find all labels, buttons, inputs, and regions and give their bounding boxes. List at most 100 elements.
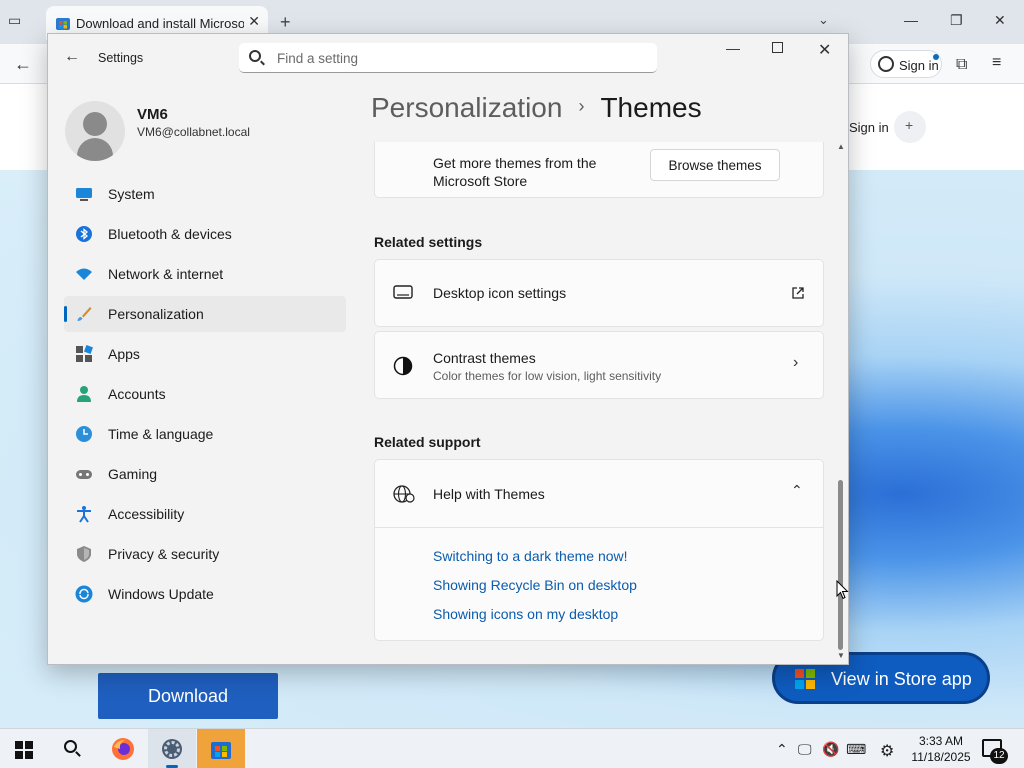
sidebar-item-label: Apps	[108, 346, 140, 362]
wifi-icon	[76, 268, 92, 280]
gamepad-icon	[76, 470, 92, 479]
firefox-icon	[112, 738, 134, 760]
scroll-down-icon[interactable]: ▼	[837, 651, 845, 660]
contrast-themes-title: Contrast themes	[433, 350, 536, 366]
sidebar-item-label: Bluetooth & devices	[108, 226, 232, 242]
volume-muted-icon[interactable]: 🔇	[822, 741, 839, 758]
tab-close-icon[interactable]: ✕	[248, 13, 260, 30]
sidebar-item-label: Windows Update	[108, 586, 214, 602]
sidebar-item-network[interactable]: Network & internet	[64, 256, 346, 292]
desktop-icon-settings-label: Desktop icon settings	[433, 285, 567, 301]
apps-icon	[76, 345, 93, 362]
store-icon	[211, 742, 231, 759]
profile-icon	[878, 56, 894, 72]
tab-title: Download and install Microsoft	[76, 16, 244, 31]
chevron-down-icon[interactable]: ⌄	[818, 12, 829, 28]
clock-date: 11/18/2025	[911, 750, 971, 764]
breadcrumb: Personalization › Themes	[371, 92, 702, 124]
related-support-heading: Related support	[374, 434, 481, 450]
profile-name: VM6	[137, 106, 168, 123]
globe-clock-icon	[76, 426, 92, 442]
sidebar-item-accounts[interactable]: Accounts	[64, 376, 346, 412]
app-title: Settings	[98, 51, 144, 65]
sidebar-item-accessibility[interactable]: Accessibility	[64, 496, 346, 532]
sidebar-item-label: Privacy & security	[108, 546, 220, 562]
taskbar-settings[interactable]	[148, 729, 196, 768]
avatar-body	[77, 138, 113, 161]
sidebar-item-label: System	[108, 186, 155, 202]
sidebar-item-personalization[interactable]: Personalization	[64, 296, 346, 332]
help-with-themes-header[interactable]: Help with Themes ⌃	[375, 460, 823, 528]
store-themes-text: Get more themes from the Microsoft Store	[433, 155, 597, 189]
page-signin-link[interactable]: Sign in	[849, 120, 889, 135]
browser-signin-button[interactable]: Sign in	[870, 50, 942, 78]
help-link[interactable]: Switching to a dark theme now!	[433, 548, 628, 564]
maximize-icon[interactable]	[772, 42, 783, 53]
download-button[interactable]: Download	[98, 673, 278, 719]
keyboard-icon[interactable]: ⌨	[846, 741, 866, 758]
add-person-icon[interactable]	[894, 111, 926, 143]
themes-content: Get more themes from the Microsoft Store…	[374, 142, 824, 662]
taskbar-firefox[interactable]	[99, 729, 147, 768]
sidebar-item-privacy[interactable]: Privacy & security	[64, 536, 346, 572]
help-with-themes-title: Help with Themes	[433, 486, 545, 502]
settings-window: ← Settings — ✕ VM6 VM6@collabnet.local S…	[47, 33, 849, 665]
sidebar-item-system[interactable]: System	[64, 176, 346, 212]
menu-icon[interactable]: ≡	[992, 54, 1001, 72]
network-icon[interactable]: 🖵	[798, 741, 812, 758]
back-arrow-icon[interactable]: ←	[64, 48, 80, 66]
breadcrumb-parent[interactable]: Personalization	[371, 92, 562, 123]
maximize-icon[interactable]: ❐	[950, 12, 963, 29]
search-icon	[249, 50, 261, 62]
store-favicon-icon	[56, 18, 70, 30]
help-link[interactable]: Showing Recycle Bin on desktop	[433, 577, 637, 593]
browse-themes-button[interactable]: Browse themes	[650, 149, 780, 181]
extensions-icon[interactable]: ⧉	[956, 56, 967, 74]
globe-help-icon	[393, 485, 415, 503]
sidebar-item-gaming[interactable]: Gaming	[64, 456, 346, 492]
gear-icon[interactable]: ⚙	[880, 741, 894, 761]
gear-icon	[162, 739, 182, 759]
minimize-icon[interactable]: —	[726, 40, 740, 56]
brush-icon	[77, 307, 92, 321]
minimize-icon[interactable]: —	[904, 12, 918, 28]
sidebar-item-label: Accessibility	[108, 506, 185, 522]
search-icon	[64, 740, 77, 753]
taskbar-search-button[interactable]	[48, 729, 96, 768]
new-tab-icon[interactable]: +	[280, 12, 291, 33]
contrast-themes-card[interactable]: Contrast themes Color themes for low vis…	[374, 331, 824, 399]
taskbar-store[interactable]	[197, 729, 245, 768]
monitor-icon	[76, 188, 92, 201]
chevron-up-icon: ⌃	[791, 482, 803, 498]
store-button-label: View in Store app	[831, 669, 972, 689]
profile-email: VM6@collabnet.local	[137, 125, 250, 139]
scroll-up-icon[interactable]: ▲	[837, 142, 845, 151]
search-input[interactable]	[277, 49, 637, 67]
breadcrumb-separator: ›	[578, 96, 585, 116]
accessibility-icon	[77, 506, 91, 523]
taskbar-clock[interactable]: 3:33 AM 11/18/2025	[905, 733, 977, 765]
back-arrow-icon[interactable]: ←	[14, 54, 32, 75]
help-link[interactable]: Showing icons on my desktop	[433, 606, 618, 622]
start-button[interactable]	[0, 729, 48, 768]
tab-actions-icon[interactable]: ▭	[8, 12, 30, 32]
close-icon[interactable]: ✕	[994, 12, 1006, 29]
sidebar-item-bluetooth[interactable]: Bluetooth & devices	[64, 216, 346, 252]
sidebar-nav: System Bluetooth & devices Network & int…	[64, 176, 346, 616]
windows-logo-icon	[15, 741, 33, 759]
scrollbar-thumb[interactable]	[838, 480, 843, 650]
sidebar-item-apps[interactable]: Apps	[64, 336, 346, 372]
settings-search[interactable]	[239, 43, 657, 73]
browser-signin-label: Sign in	[899, 58, 939, 73]
desktop-icon-settings-card[interactable]: Desktop icon settings	[374, 259, 824, 327]
close-icon[interactable]: ✕	[818, 40, 831, 60]
store-themes-card: Get more themes from the Microsoft Store…	[374, 142, 824, 198]
notification-badge: 12	[990, 748, 1008, 764]
taskbar: ⌃ 🖵 🔇 ⌨ ⚙ 3:33 AM 11/18/2025 12	[0, 728, 1024, 768]
sidebar-item-label: Accounts	[108, 386, 166, 402]
chevron-up-icon[interactable]: ⌃	[776, 741, 788, 758]
sidebar-item-time-language[interactable]: Time & language	[64, 416, 346, 452]
notification-dot	[933, 54, 939, 60]
sidebar-item-windows-update[interactable]: Windows Update	[64, 576, 346, 612]
avatar[interactable]	[65, 101, 125, 161]
